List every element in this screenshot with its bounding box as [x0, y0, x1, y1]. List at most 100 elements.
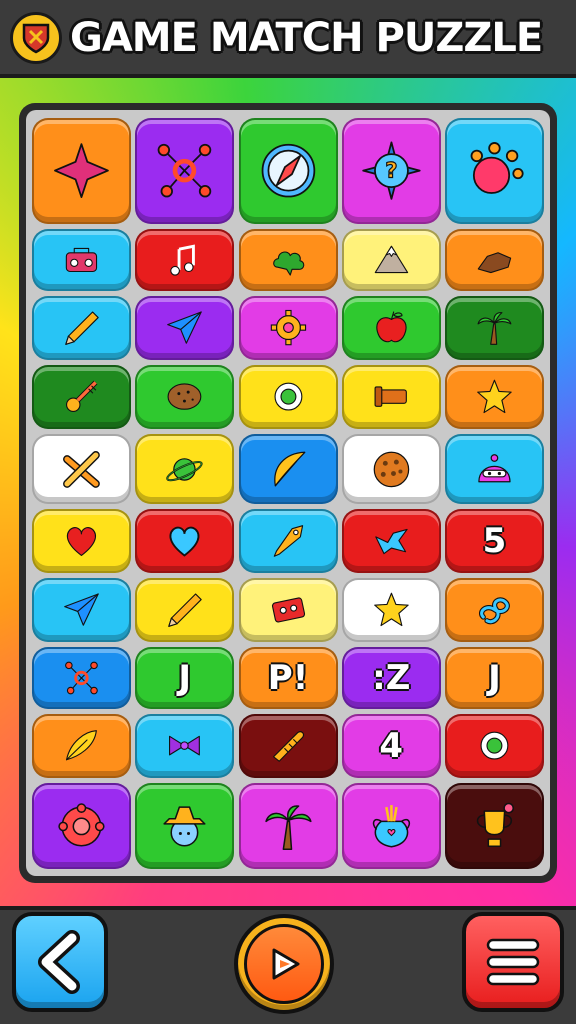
flower-icon [58, 802, 105, 847]
game-tile[interactable] [238, 296, 338, 360]
heart-outline-icon [169, 527, 200, 558]
hamburger-menu-icon [486, 938, 540, 986]
game-tile[interactable] [32, 783, 131, 869]
compass-icon [261, 144, 315, 198]
cookie-icon [373, 451, 410, 487]
play-button[interactable] [234, 914, 334, 1014]
game-tile[interactable] [238, 714, 338, 778]
game-tile[interactable] [445, 578, 544, 642]
vase-icon [372, 804, 410, 848]
pipe-icon [374, 386, 407, 408]
molecule-icon [157, 144, 212, 198]
shield-icon[interactable] [10, 12, 62, 64]
rock-icon [477, 252, 512, 274]
game-tile[interactable] [341, 365, 441, 429]
game-tile[interactable] [135, 434, 235, 504]
game-tile[interactable]: P! [238, 647, 338, 709]
game-tile[interactable] [32, 434, 131, 504]
tile-row [32, 783, 544, 869]
game-tile[interactable]: ? [341, 118, 441, 224]
top-bar: GAME MATCH PUZZLE [0, 0, 576, 78]
game-tile[interactable] [341, 578, 441, 642]
number-icon: 4 [379, 726, 404, 766]
game-tile[interactable] [135, 365, 235, 429]
potato-icon [167, 383, 202, 411]
key-icon [66, 381, 98, 413]
game-tile[interactable] [32, 647, 131, 709]
cassette-icon [271, 597, 305, 623]
game-tile[interactable] [32, 296, 131, 360]
game-tile[interactable] [135, 578, 235, 642]
game-tile[interactable] [238, 434, 338, 504]
game-tile[interactable] [32, 578, 131, 642]
number-icon: 5 [482, 521, 507, 561]
game-tile[interactable] [135, 229, 235, 291]
music-note-icon [170, 244, 196, 276]
game-tile[interactable] [32, 365, 131, 429]
svg-text:?: ? [385, 158, 397, 183]
game-tile[interactable] [445, 783, 544, 869]
game-tile[interactable] [238, 509, 338, 573]
game-tile[interactable] [341, 434, 441, 504]
radio-icon [65, 247, 98, 273]
game-tile[interactable]: J [445, 647, 544, 709]
game-tile[interactable] [445, 118, 544, 224]
game-tile[interactable]: 4 [341, 714, 441, 778]
game-tile[interactable] [445, 229, 544, 291]
game-tile[interactable] [135, 714, 235, 778]
palm-tree-icon [477, 312, 512, 346]
game-tile[interactable] [238, 578, 338, 642]
tile-row [32, 229, 544, 291]
bow-icon [169, 736, 201, 756]
game-tile[interactable] [32, 509, 131, 573]
star-icon [373, 593, 409, 627]
pencil-icon [168, 593, 203, 628]
back-button[interactable] [12, 912, 108, 1012]
mountain-icon [374, 245, 408, 274]
pencil-icon [65, 311, 99, 346]
game-tile[interactable]: J [135, 647, 235, 709]
chevron-left-icon [38, 930, 80, 994]
game-tile[interactable] [238, 229, 338, 291]
game-title: GAME MATCH PUZZLE [70, 15, 543, 61]
tile-row: J P!:Z J [32, 647, 544, 709]
game-tile[interactable] [32, 229, 131, 291]
tile-row [32, 578, 544, 642]
tile-row: 5 [32, 509, 544, 573]
game-tile[interactable] [135, 118, 235, 224]
game-tile[interactable] [445, 714, 544, 778]
game-tile[interactable] [32, 714, 131, 778]
game-tile[interactable] [135, 509, 235, 573]
game-tile[interactable] [135, 296, 235, 360]
game-tile[interactable] [238, 118, 338, 224]
game-tile[interactable]: :Z [341, 647, 441, 709]
game-tile[interactable]: 5 [445, 509, 544, 573]
molecule-icon [65, 661, 98, 695]
bird-icon [375, 529, 408, 555]
pen-nib-icon [273, 525, 303, 558]
menu-button[interactable] [462, 912, 564, 1012]
game-tile[interactable] [341, 229, 441, 291]
splat-icon [470, 142, 524, 195]
game-tile[interactable] [135, 783, 235, 869]
game-tile[interactable] [445, 296, 544, 360]
game-tile[interactable] [341, 296, 441, 360]
feather-icon [66, 730, 97, 761]
ring-icon [274, 383, 302, 411]
tile-row [32, 365, 544, 429]
game-tile[interactable] [445, 434, 544, 504]
game-tile[interactable] [238, 365, 338, 429]
game-tile[interactable] [238, 783, 338, 869]
trophy-icon [476, 802, 515, 847]
palm-tree-icon [264, 804, 312, 850]
spiky-gem-icon [54, 143, 109, 199]
leaf-icon [273, 451, 305, 486]
game-tile[interactable] [32, 118, 131, 224]
ring-icon [480, 732, 509, 760]
star-icon [477, 380, 512, 414]
game-tile[interactable] [341, 509, 441, 573]
bread-icon [272, 731, 304, 763]
game-tile[interactable] [445, 365, 544, 429]
tile-row [32, 296, 544, 360]
game-tile[interactable] [341, 783, 441, 869]
